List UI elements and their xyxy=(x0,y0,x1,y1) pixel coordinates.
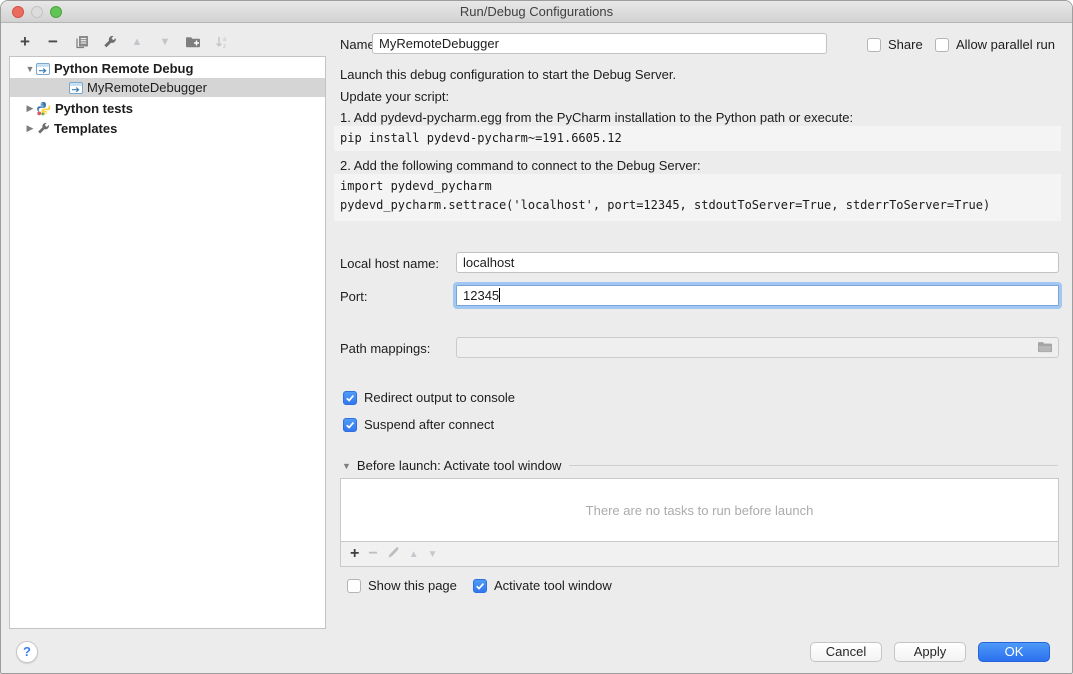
share-label: Share xyxy=(888,37,923,52)
share-checkbox-row[interactable]: Share xyxy=(867,37,923,52)
checkmark-icon xyxy=(475,581,485,591)
zoom-window-button[interactable] xyxy=(50,6,62,18)
suspend-after-connect-checkbox-row[interactable]: Suspend after connect xyxy=(343,417,494,432)
activate-tool-window-label: Activate tool window xyxy=(494,578,612,593)
tree-item-python-remote-debug[interactable]: ▼ Python Remote Debug xyxy=(10,59,325,78)
tree-item-python-tests[interactable]: ▶ Python tests xyxy=(10,99,325,118)
sort-configurations-icon: a z xyxy=(211,32,231,52)
redirect-output-checkbox-row[interactable]: Redirect output to console xyxy=(343,390,515,405)
code-line-settrace: pydevd_pycharm.settrace('localhost', por… xyxy=(340,196,1055,215)
apply-button[interactable]: Apply xyxy=(894,642,966,662)
templates-wrench-icon xyxy=(36,122,50,136)
local-host-name-input[interactable] xyxy=(456,252,1059,273)
chevron-right-icon[interactable]: ▶ xyxy=(24,123,36,134)
name-input[interactable] xyxy=(372,33,827,54)
task-toolbar: + − ▲ ▼ xyxy=(340,542,1059,567)
tree-item-myremotedebugger[interactable]: MyRemoteDebugger xyxy=(10,78,325,97)
chevron-right-icon[interactable]: ▶ xyxy=(24,103,36,114)
allow-parallel-run-checkbox[interactable] xyxy=(935,38,949,52)
svg-text:z: z xyxy=(223,44,226,50)
question-mark-icon: ? xyxy=(23,644,31,659)
port-input-focus-ring: 12345 xyxy=(453,282,1062,309)
before-launch-task-list[interactable]: There are no tasks to run before launch xyxy=(340,478,1059,542)
move-task-up-icon: ▲ xyxy=(409,549,419,560)
activate-tool-window-checkbox-row[interactable]: Activate tool window xyxy=(473,578,612,593)
text-caret xyxy=(499,288,500,302)
empty-tasks-message: There are no tasks to run before launch xyxy=(586,503,814,518)
show-this-page-checkbox[interactable] xyxy=(347,579,361,593)
pip-install-code[interactable]: pip install pydevd-pycharm~=191.6605.12 xyxy=(334,126,1061,151)
add-task-button[interactable]: + xyxy=(350,545,359,563)
minimize-window-button xyxy=(31,6,43,18)
path-mappings-label: Path mappings: xyxy=(340,341,430,356)
copy-configuration-icon[interactable] xyxy=(71,32,91,52)
suspend-after-connect-label: Suspend after connect xyxy=(364,417,494,432)
configurations-tree: ▼ Python Remote Debug MyRemoteDebugger xyxy=(9,56,326,629)
checkmark-icon xyxy=(345,393,355,403)
tree-item-templates[interactable]: ▶ Templates xyxy=(10,119,325,138)
suspend-after-connect-checkbox[interactable] xyxy=(343,418,357,432)
show-this-page-checkbox-row[interactable]: Show this page xyxy=(347,578,457,593)
browse-folder-icon[interactable] xyxy=(1037,340,1053,357)
window-title: Run/Debug Configurations xyxy=(1,1,1072,22)
show-this-page-label: Show this page xyxy=(368,578,457,593)
port-label: Port: xyxy=(340,289,367,304)
header-divider xyxy=(569,465,1058,466)
ok-button[interactable]: OK xyxy=(978,642,1050,662)
port-value: 12345 xyxy=(463,288,499,303)
checkmark-icon xyxy=(345,420,355,430)
help-button[interactable]: ? xyxy=(16,641,38,663)
remote-debug-config-icon xyxy=(69,82,83,94)
move-down-icon: ▼ xyxy=(155,32,175,52)
activate-tool-window-checkbox[interactable] xyxy=(473,579,487,593)
title-bar[interactable]: Run/Debug Configurations xyxy=(1,1,1072,23)
tree-item-label: Templates xyxy=(54,121,117,136)
remote-debug-config-icon xyxy=(36,63,50,75)
local-host-name-label: Local host name: xyxy=(340,256,439,271)
svg-text:a: a xyxy=(223,37,227,43)
cancel-button[interactable]: Cancel xyxy=(810,642,882,662)
edit-task-icon xyxy=(387,546,400,562)
intro-text: Launch this debug configuration to start… xyxy=(340,67,676,82)
edit-templates-icon[interactable] xyxy=(99,32,119,52)
close-window-button[interactable] xyxy=(12,6,24,18)
chevron-down-icon[interactable]: ▼ xyxy=(24,64,36,74)
share-checkbox[interactable] xyxy=(867,38,881,52)
code-line-import: import pydevd_pycharm xyxy=(340,177,1055,196)
tree-item-label: Python Remote Debug xyxy=(54,61,193,76)
remove-task-button: − xyxy=(368,545,377,563)
move-task-down-icon: ▼ xyxy=(428,549,438,560)
path-mappings-input[interactable] xyxy=(456,337,1059,358)
move-up-icon: ▲ xyxy=(127,32,147,52)
allow-parallel-run-label: Allow parallel run xyxy=(956,37,1055,52)
update-script-text: Update your script: xyxy=(340,89,449,104)
python-tests-icon xyxy=(36,101,51,116)
port-input[interactable]: 12345 xyxy=(456,285,1059,306)
configurations-toolbar: + − ▲ ▼ a z xyxy=(15,32,231,52)
settrace-code[interactable]: import pydevd_pycharm pydevd_pycharm.set… xyxy=(334,174,1061,221)
new-folder-icon[interactable] xyxy=(183,32,203,52)
allow-parallel-run-checkbox-row[interactable]: Allow parallel run xyxy=(935,37,1055,52)
redirect-output-checkbox[interactable] xyxy=(343,391,357,405)
before-launch-header[interactable]: ▼ Before launch: Activate tool window xyxy=(342,458,1058,473)
step2-text: 2. Add the following command to connect … xyxy=(340,158,701,173)
tree-item-label: MyRemoteDebugger xyxy=(87,80,207,95)
before-launch-title: Before launch: Activate tool window xyxy=(357,458,562,473)
step1-text: 1. Add pydevd-pycharm.egg from the PyCha… xyxy=(340,110,853,125)
run-debug-configurations-dialog: Run/Debug Configurations + − ▲ ▼ xyxy=(0,0,1073,674)
redirect-output-label: Redirect output to console xyxy=(364,390,515,405)
remove-configuration-button[interactable]: − xyxy=(43,32,63,52)
tree-item-label: Python tests xyxy=(55,101,133,116)
collapse-triangle-icon[interactable]: ▼ xyxy=(342,461,351,471)
add-configuration-button[interactable]: + xyxy=(15,32,35,52)
